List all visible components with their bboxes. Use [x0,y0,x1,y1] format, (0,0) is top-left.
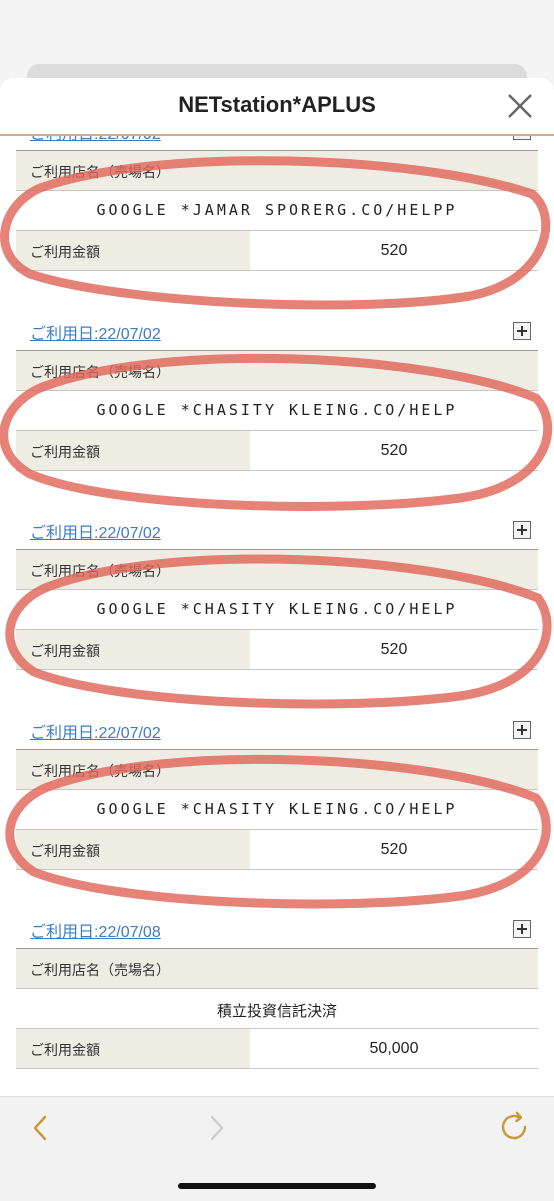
amount-value: 50,000 [369,1040,419,1057]
usage-date-link[interactable]: ご利用日:22/07/02 [30,320,161,344]
list-item: ご利用日:22/07/02 ご利用店名（売場名） GOOGLE *CHASITY… [0,509,554,709]
amount-label: ご利用金額 [30,244,100,260]
plus-box-icon[interactable] [513,721,531,739]
amount-row: ご利用金額 520 [16,630,538,670]
store-label: ご利用店名（売場名） [30,763,170,779]
browser-toolbar [0,1096,554,1201]
merchant-row: GOOGLE *JAMAR SPORERG.CO/HELPP [16,191,538,231]
usage-table: ご利用店名（売場名） GOOGLE *JAMAR SPORERG.CO/HELP… [16,150,538,271]
usage-date-link[interactable]: ご利用日:22/07/02 [30,719,161,743]
store-label-row: ご利用店名（売場名） [16,151,538,191]
merchant-row: GOOGLE *CHASITY KLEING.CO/HELP [16,590,538,630]
plus-box-icon[interactable] [513,322,531,340]
page-title: NETstation*APLUS [178,92,376,117]
merchant-name: 積立投資信託決済 [216,1003,337,1020]
plus-box-icon[interactable] [513,521,531,539]
plus-box-icon[interactable] [513,920,531,938]
store-label-row: ご利用店名（売場名） [16,750,538,790]
store-label-row: ご利用店名（売場名） [16,351,538,391]
plus-box-icon[interactable] [513,136,531,140]
amount-label-cell: ご利用金額 [16,630,250,669]
chevron-right-icon[interactable] [201,1113,231,1143]
merchant-row: GOOGLE *CHASITY KLEING.CO/HELP [16,790,538,830]
reload-icon[interactable] [496,1109,532,1145]
amount-label: ご利用金額 [30,643,100,659]
store-label: ご利用店名（売場名） [30,563,170,579]
store-label: ご利用店名（売場名） [30,364,170,380]
usage-date-link[interactable]: ご利用日:22/07/02 [30,519,161,543]
amount-label: ご利用金額 [30,843,100,859]
modal-sheet: NETstation*APLUS ご利用日:22/07/02 ご利用店名（売場名… [0,78,554,1098]
list-item: ご利用日:22/07/02 ご利用店名（売場名） GOOGLE *CHASITY… [0,709,554,909]
amount-row: ご利用金額 50,000 [16,1029,538,1069]
merchant-name: GOOGLE *CHASITY KLEING.CO/HELP [96,800,458,818]
amount-value: 520 [380,641,408,658]
amount-label: ご利用金額 [30,1042,100,1058]
list-item: ご利用日:22/07/02 ご利用店名（売場名） GOOGLE *JAMAR S… [0,136,554,310]
merchant-name: GOOGLE *CHASITY KLEING.CO/HELP [96,600,458,618]
store-label-row: ご利用店名（売場名） [16,550,538,590]
entry-header: ご利用日:22/07/02 [0,509,554,549]
close-icon[interactable] [506,92,534,120]
entry-header: ご利用日:22/07/02 [0,136,554,150]
list-item: ご利用日:22/07/02 ご利用店名（売場名） GOOGLE *CHASITY… [0,310,554,510]
amount-value: 520 [380,242,408,259]
store-label-row: ご利用店名（売場名） [16,949,538,989]
sheet-header: NETstation*APLUS [0,78,554,136]
amount-label-cell: ご利用金額 [16,1029,250,1068]
merchant-row: GOOGLE *CHASITY KLEING.CO/HELP [16,391,538,431]
amount-row: ご利用金額 520 [16,431,538,471]
amount-label: ご利用金額 [30,444,100,460]
entry-header: ご利用日:22/07/02 [0,709,554,749]
home-indicator[interactable] [178,1183,376,1189]
usage-list[interactable]: ご利用日:22/07/02 ご利用店名（売場名） GOOGLE *JAMAR S… [0,136,554,1098]
usage-date-link[interactable]: ご利用日:22/07/02 [30,136,161,144]
usage-table: ご利用店名（売場名） GOOGLE *CHASITY KLEING.CO/HEL… [16,350,538,471]
chevron-left-icon[interactable] [26,1113,56,1143]
list-item: ご利用日:22/07/08 ご利用店名（売場名） 積立投資信託決済 ご利用金額 … [0,908,554,1098]
amount-label-cell: ご利用金額 [16,231,250,270]
merchant-name: GOOGLE *JAMAR SPORERG.CO/HELPP [96,201,458,219]
amount-value: 520 [380,442,408,459]
amount-label-cell: ご利用金額 [16,431,250,470]
usage-table: ご利用店名（売場名） GOOGLE *CHASITY KLEING.CO/HEL… [16,749,538,870]
usage-table: ご利用店名（売場名） 積立投資信託決済 ご利用金額 50,000 [16,948,538,1069]
amount-label-cell: ご利用金額 [16,830,250,869]
store-label: ご利用店名（売場名） [30,164,170,180]
amount-row: ご利用金額 520 [16,830,538,870]
merchant-name: GOOGLE *CHASITY KLEING.CO/HELP [96,401,458,419]
usage-date-link[interactable]: ご利用日:22/07/08 [30,918,161,942]
store-label: ご利用店名（売場名） [30,962,170,978]
entry-header: ご利用日:22/07/02 [0,310,554,350]
merchant-row: 積立投資信託決済 [16,989,538,1029]
usage-table: ご利用店名（売場名） GOOGLE *CHASITY KLEING.CO/HEL… [16,549,538,670]
amount-value: 520 [380,841,408,858]
amount-row: ご利用金額 520 [16,231,538,271]
entry-header: ご利用日:22/07/08 [0,908,554,948]
